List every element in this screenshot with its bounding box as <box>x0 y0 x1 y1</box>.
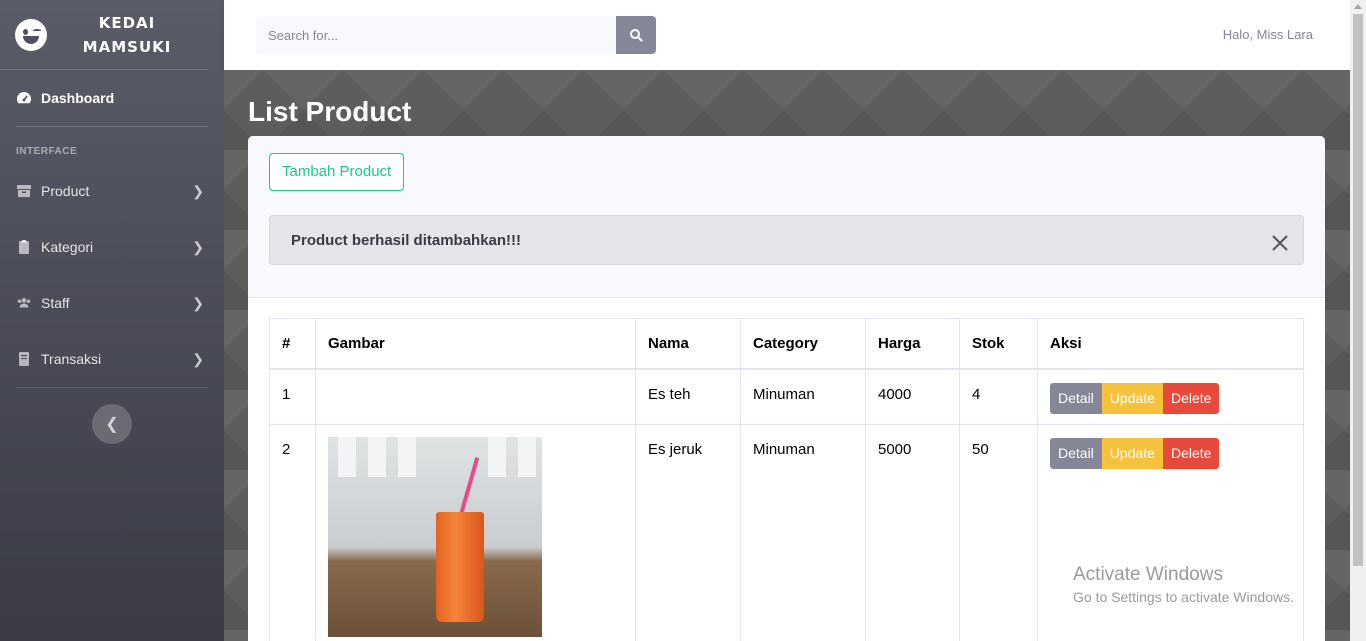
sidebar-item-product[interactable]: Product ❯ <box>0 163 224 219</box>
search-icon <box>630 29 643 42</box>
search-button[interactable] <box>616 16 656 54</box>
cell-harga: 4000 <box>865 368 960 425</box>
sidebar-item-label: Staff <box>41 295 70 311</box>
cell-no: 1 <box>269 368 316 425</box>
scroll-up-arrow-icon[interactable] <box>1354 4 1362 9</box>
chevron-right-icon: ❯ <box>192 238 204 255</box>
update-button[interactable]: Update <box>1101 382 1163 414</box>
detail-button[interactable]: Detail <box>1050 438 1102 469</box>
table-header-row: # Gambar Nama Category Harga Stok Aksi <box>269 318 1304 370</box>
search-form <box>256 16 656 54</box>
laugh-wink-icon <box>15 18 47 51</box>
sidebar-item-transaksi[interactable]: Transaksi ❯ <box>0 331 224 387</box>
column-header: Harga <box>865 318 960 370</box>
activate-windows-watermark: Activate Windows Go to Settings to activ… <box>1073 564 1294 605</box>
users-icon <box>17 298 31 308</box>
detail-button[interactable]: Detail <box>1050 382 1102 414</box>
column-header: # <box>269 318 316 370</box>
sidebar-item-label: Transaksi <box>41 351 102 367</box>
cell-stok: 50 <box>959 424 1038 641</box>
search-input[interactable] <box>256 16 616 54</box>
cell-no: 2 <box>269 424 316 641</box>
sidebar-item-kategori[interactable]: Kategori ❯ <box>0 219 224 275</box>
chevron-right-icon: ❯ <box>192 350 204 367</box>
cell-actions: Detail Update Delete <box>1037 368 1304 425</box>
sidebar-item-staff[interactable]: Staff ❯ <box>0 275 224 331</box>
close-icon[interactable] <box>1271 234 1289 252</box>
topbar: Halo, Miss Lara <box>224 0 1350 70</box>
cell-nama: Es teh <box>635 368 741 425</box>
update-button[interactable]: Update <box>1101 438 1163 469</box>
brand[interactable]: KEDAI MAMSUKI <box>0 0 208 70</box>
column-header: Stok <box>959 318 1038 370</box>
sidebar-item-label: Kategori <box>41 239 94 255</box>
column-header: Aksi <box>1037 318 1304 370</box>
cell-category: Minuman <box>740 424 866 641</box>
sidebar-item-dashboard[interactable]: Dashboard <box>0 70 224 126</box>
sidebar: KEDAI MAMSUKI Dashboard INTERFACE Produc… <box>0 0 224 641</box>
delete-button[interactable]: Delete <box>1162 382 1220 414</box>
sidebar-heading: INTERFACE <box>16 146 78 157</box>
clipboard-icon <box>19 240 29 254</box>
user-greeting[interactable]: Halo, Miss Lara <box>1223 27 1313 42</box>
chevron-right-icon: ❯ <box>192 294 204 311</box>
sidebar-divider <box>16 387 208 388</box>
cell-harga: 5000 <box>865 424 960 641</box>
column-header: Category <box>740 318 866 370</box>
cell-stok: 4 <box>959 368 1038 425</box>
alert-message: Product berhasil ditambahkan!!! <box>291 232 522 249</box>
cell-nama: Es jeruk <box>635 424 741 641</box>
watermark-subtitle: Go to Settings to activate Windows. <box>1073 589 1294 605</box>
page-scrollbar[interactable] <box>1350 0 1366 641</box>
watermark-title: Activate Windows <box>1073 564 1223 585</box>
page-title: List Product <box>248 96 412 127</box>
sidebar-item-label: Product <box>41 183 90 199</box>
action-buttons: Detail Update Delete <box>1050 382 1291 414</box>
success-alert: Product berhasil ditambahkan!!! <box>269 215 1304 265</box>
table-row: 2 Es jeruk Minuman 5000 50 Detail Update… <box>269 424 1304 641</box>
column-header: Gambar <box>315 318 636 370</box>
main-content: List Product Tambah Product Product berh… <box>224 70 1350 641</box>
cell-image <box>315 368 636 425</box>
column-header: Nama <box>635 318 741 370</box>
product-image <box>328 437 542 637</box>
action-buttons: Detail Update Delete <box>1050 438 1291 469</box>
cell-image <box>315 424 636 641</box>
brand-name: KEDAI MAMSUKI <box>82 13 172 56</box>
sidebar-toggle-button[interactable]: ❮ <box>92 404 132 444</box>
scrollbar-thumb[interactable] <box>1353 14 1363 566</box>
cell-actions: Detail Update Delete <box>1037 424 1304 641</box>
box-icon <box>17 185 31 197</box>
sidebar-item-label: Dashboard <box>41 90 115 106</box>
card-header: Tambah Product Product berhasil ditambah… <box>248 136 1325 298</box>
cell-category: Minuman <box>740 368 866 425</box>
tachometer-icon <box>17 92 31 104</box>
delete-button[interactable]: Delete <box>1162 438 1220 469</box>
chevron-right-icon: ❯ <box>192 182 204 199</box>
book-icon <box>19 352 29 366</box>
add-product-button[interactable]: Tambah Product <box>269 153 405 191</box>
table-row: 1 Es teh Minuman 4000 4 Detail Update De… <box>269 368 1304 425</box>
chevron-left-icon: ❮ <box>105 416 119 433</box>
